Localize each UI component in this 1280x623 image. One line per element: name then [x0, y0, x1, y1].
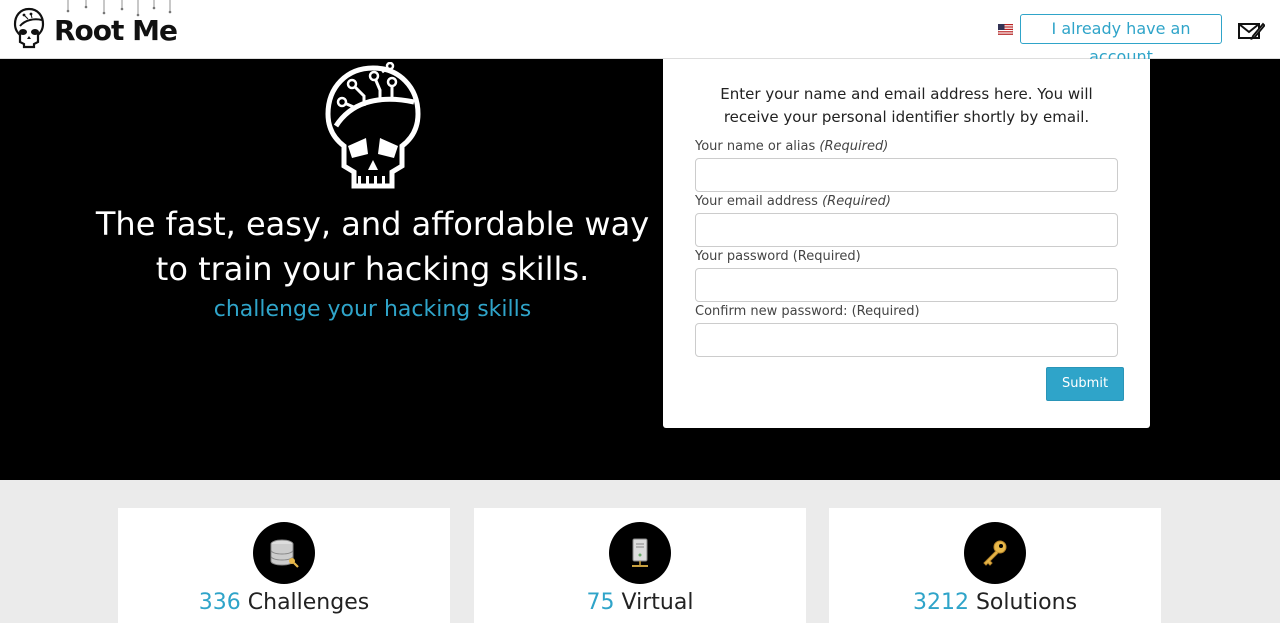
email-label-text: Your email address [695, 194, 818, 209]
server-tower-icon [609, 522, 671, 584]
stat-challenges-label: Challenges [247, 590, 370, 615]
stat-challenges-text: 336 Challenges [118, 590, 450, 615]
hero-title-line-2: to train your hacking skills. [155, 250, 590, 288]
name-required-marker: (Required) [819, 139, 889, 154]
submit-button[interactable]: Submit [1046, 367, 1124, 401]
us-flag-icon[interactable] [998, 24, 1013, 35]
registration-form: Enter your name and email address here. … [663, 59, 1150, 428]
name-label-text: Your name or alias [695, 139, 816, 154]
hanging-strings-decoration [66, 0, 172, 17]
already-have-account-button[interactable]: I already have an account [1020, 14, 1222, 66]
stat-card-solutions[interactable]: 3212 Solutions [829, 508, 1161, 623]
stat-challenges-number: 336 [198, 590, 241, 615]
email-address-input[interactable] [695, 213, 1118, 247]
hero-subtitle-link[interactable]: challenge your hacking skills [80, 297, 665, 322]
stat-solutions-label: Solutions [975, 590, 1078, 615]
key-icon [964, 522, 1026, 584]
name-alias-input[interactable] [695, 158, 1118, 192]
hero-title: The fast, easy, and affordable way to tr… [80, 202, 665, 292]
stat-solutions-number: 3212 [912, 590, 969, 615]
skull-logo-icon [13, 7, 45, 49]
database-key-icon [253, 522, 315, 584]
stat-card-challenges[interactable]: 336 Challenges [118, 508, 450, 623]
top-navbar: Root Me I already have an account [0, 0, 1280, 66]
confirm-password-input[interactable] [695, 323, 1118, 357]
password-field-label: Your password (Required) [695, 249, 861, 264]
stat-virtual-text: 75 Virtual [474, 590, 806, 615]
stat-virtual-number: 75 [586, 590, 615, 615]
stat-card-virtual[interactable]: 75 Virtual [474, 508, 806, 623]
email-required-marker: (Required) [822, 194, 891, 209]
skull-circuit-icon [325, 62, 421, 189]
stat-solutions-text: 3212 Solutions [829, 590, 1161, 615]
email-field-label: Your email address (Required) [695, 194, 891, 209]
hero-title-line-1: The fast, easy, and affordable way [95, 205, 650, 243]
envelope-pen-icon[interactable] [1237, 18, 1265, 42]
password-input[interactable] [695, 268, 1118, 302]
registration-intro: Enter your name and email address here. … [720, 85, 1093, 126]
name-field-label: Your name or alias (Required) [695, 139, 888, 154]
confirm-password-field-label: Confirm new password: (Required) [695, 304, 920, 319]
stat-virtual-label: Virtual [621, 590, 694, 615]
